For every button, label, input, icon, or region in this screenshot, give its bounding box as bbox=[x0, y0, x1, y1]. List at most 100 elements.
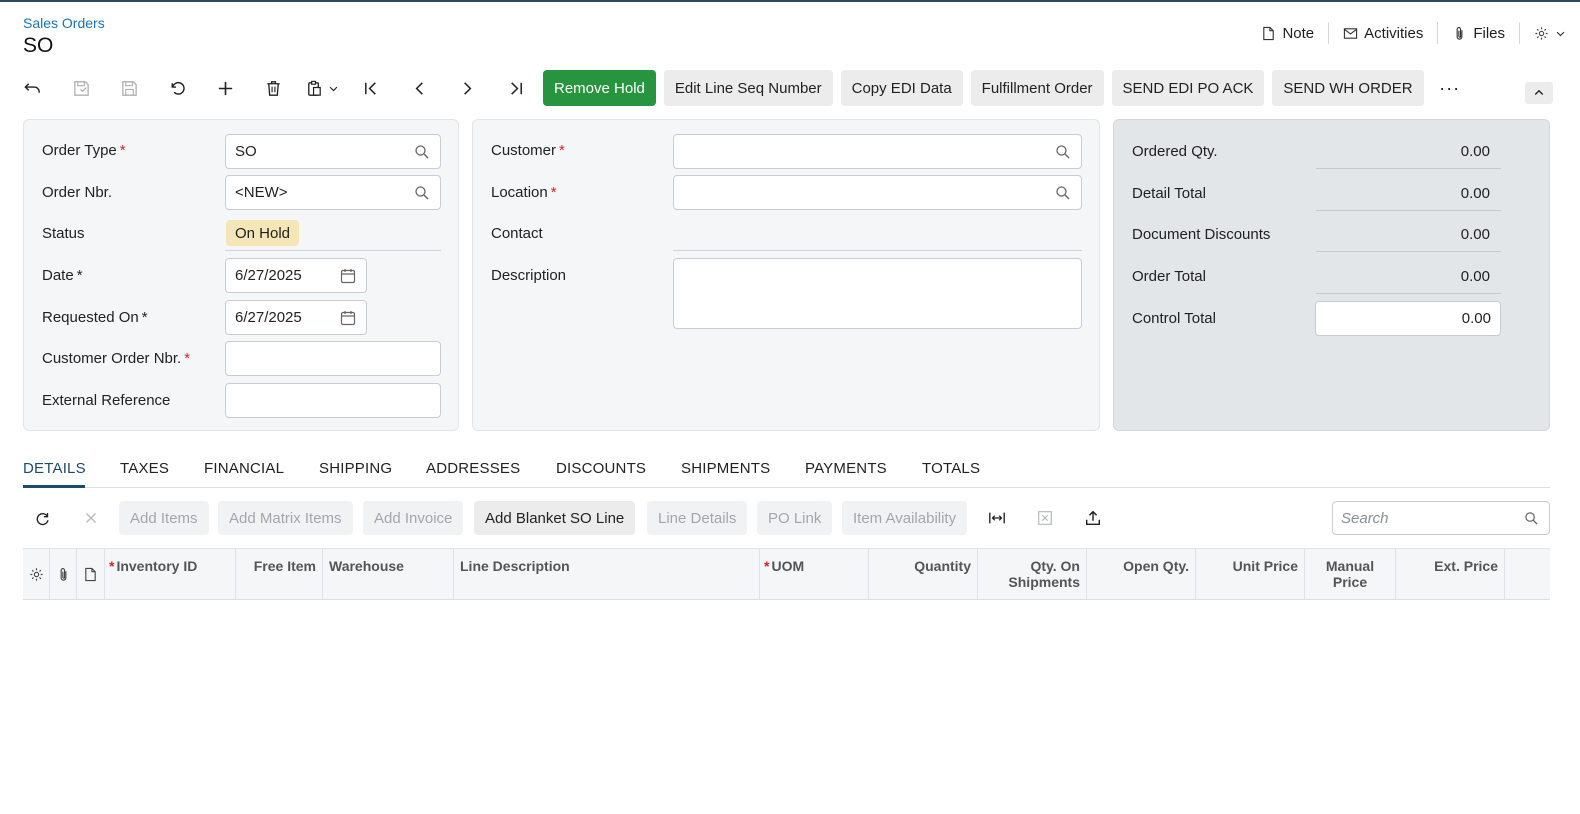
search-icon[interactable] bbox=[414, 144, 430, 160]
previous-record-button[interactable] bbox=[395, 70, 443, 106]
order-type-value: SO bbox=[235, 143, 257, 160]
column-next-truncated[interactable] bbox=[1505, 549, 1550, 599]
order-nbr-label: Order Nbr. bbox=[42, 184, 113, 201]
column-open-qty[interactable]: Open Qty. bbox=[1087, 549, 1196, 599]
grid-refresh-button[interactable] bbox=[25, 500, 61, 536]
column-inventory-id[interactable]: * Inventory ID bbox=[105, 549, 236, 599]
order-nbr-field[interactable]: <NEW> bbox=[225, 175, 441, 210]
tab-payments[interactable]: PAYMENTS bbox=[805, 460, 887, 477]
order-type-field[interactable]: SO bbox=[225, 134, 441, 169]
tab-taxes[interactable]: TAXES bbox=[120, 460, 169, 477]
breadcrumb[interactable]: Sales Orders bbox=[23, 15, 105, 31]
send-edi-po-ack-button[interactable]: SEND EDI PO ACK bbox=[1111, 70, 1265, 106]
control-total-label: Control Total bbox=[1132, 310, 1216, 327]
add-button[interactable] bbox=[201, 70, 249, 106]
external-reference-label: External Reference bbox=[42, 392, 171, 409]
save-button[interactable] bbox=[105, 70, 153, 106]
column-ext-price[interactable]: Ext. Price bbox=[1396, 549, 1505, 599]
previous-icon bbox=[415, 81, 423, 95]
date-field[interactable]: 6/27/2025 bbox=[225, 258, 367, 293]
paperclip-icon bbox=[1456, 26, 1463, 40]
undo-icon bbox=[24, 82, 40, 93]
last-record-button[interactable] bbox=[491, 70, 539, 106]
column-settings-button[interactable] bbox=[23, 549, 50, 599]
grid-search-input[interactable]: Search bbox=[1332, 501, 1550, 535]
add-items-button[interactable]: Add Items bbox=[119, 501, 209, 535]
copy-edi-data-button[interactable]: Copy EDI Data bbox=[840, 70, 963, 106]
remove-hold-button[interactable]: Remove Hold bbox=[543, 70, 656, 106]
gear-icon bbox=[29, 568, 43, 581]
column-qty-on-shipments[interactable]: Qty. On Shipments bbox=[978, 549, 1087, 599]
control-total-field[interactable]: 0.00 bbox=[1315, 301, 1501, 336]
document-discounts-label: Document Discounts bbox=[1132, 226, 1271, 243]
contact-underline bbox=[673, 250, 1082, 251]
next-record-button[interactable] bbox=[443, 70, 491, 106]
tab-discounts[interactable]: DISCOUNTS bbox=[556, 460, 646, 477]
tab-details[interactable]: DETAILS bbox=[23, 460, 86, 477]
customer-field[interactable] bbox=[673, 134, 1082, 169]
more-actions-button[interactable]: ··· bbox=[1428, 70, 1472, 106]
status-badge: On Hold bbox=[226, 220, 300, 246]
save-close-button[interactable] bbox=[57, 70, 105, 106]
column-uom[interactable]: * UOM bbox=[760, 549, 869, 599]
search-icon[interactable] bbox=[414, 185, 430, 201]
date-value: 6/27/2025 bbox=[235, 267, 302, 284]
edit-line-seq-button[interactable]: Edit Line Seq Number bbox=[663, 70, 833, 106]
add-blanket-so-line-button[interactable]: Add Blanket SO Line bbox=[474, 501, 636, 535]
note-icon bbox=[85, 567, 96, 582]
tab-bar: DETAILS TAXES FINANCIAL SHIPPING ADDRESS… bbox=[23, 455, 1550, 488]
add-invoice-button[interactable]: Add Invoice bbox=[363, 501, 464, 535]
column-manual-price[interactable]: Manual Price bbox=[1305, 549, 1396, 599]
column-free-item[interactable]: Free Item bbox=[236, 549, 323, 599]
grid-delete-row-button[interactable] bbox=[73, 500, 109, 536]
collapse-header-button[interactable] bbox=[1525, 82, 1553, 104]
requested-on-field[interactable]: 6/27/2025 bbox=[225, 300, 367, 335]
last-icon bbox=[510, 81, 522, 95]
note-link[interactable]: Note bbox=[1247, 22, 1330, 44]
copy-paste-button[interactable] bbox=[297, 70, 347, 106]
tab-financial[interactable]: FINANCIAL bbox=[204, 460, 284, 477]
calendar-icon[interactable] bbox=[340, 268, 356, 284]
search-icon[interactable] bbox=[1055, 185, 1071, 201]
send-wh-order-button[interactable]: SEND WH ORDER bbox=[1272, 70, 1424, 106]
tab-shipping[interactable]: SHIPPING bbox=[319, 460, 392, 477]
search-icon[interactable] bbox=[1524, 511, 1539, 526]
undo-button[interactable] bbox=[23, 70, 57, 106]
location-label: Location * bbox=[491, 184, 557, 201]
column-line-description[interactable]: Line Description bbox=[454, 549, 760, 599]
top-accent-line bbox=[0, 0, 1580, 2]
item-availability-button[interactable]: Item Availability bbox=[842, 501, 968, 535]
status-label: Status bbox=[42, 225, 85, 242]
fit-columns-button[interactable] bbox=[979, 500, 1015, 536]
calendar-icon[interactable] bbox=[340, 310, 356, 326]
search-icon[interactable] bbox=[1055, 144, 1071, 160]
upload-button[interactable] bbox=[1075, 500, 1111, 536]
tab-shipments[interactable]: SHIPMENTS bbox=[681, 460, 770, 477]
tab-addresses[interactable]: ADDRESSES bbox=[426, 460, 520, 477]
plus-icon bbox=[218, 81, 232, 95]
add-matrix-items-button[interactable]: Add Matrix Items bbox=[218, 501, 353, 535]
po-link-button[interactable]: PO Link bbox=[757, 501, 833, 535]
settings-menu[interactable] bbox=[1520, 22, 1566, 44]
active-tab-indicator bbox=[23, 485, 85, 488]
customer-order-nbr-field[interactable] bbox=[225, 341, 441, 376]
external-reference-field[interactable] bbox=[225, 383, 441, 418]
location-field[interactable] bbox=[673, 175, 1082, 210]
paperclip-icon bbox=[60, 568, 66, 581]
tab-totals[interactable]: TOTALS bbox=[922, 460, 980, 477]
export-excel-button[interactable] bbox=[1027, 500, 1063, 536]
line-details-button[interactable]: Line Details bbox=[647, 501, 748, 535]
column-warehouse[interactable]: Warehouse bbox=[323, 549, 454, 599]
column-quantity[interactable]: Quantity bbox=[869, 549, 978, 599]
delete-button[interactable] bbox=[249, 70, 297, 106]
order-total-value: 0.00 bbox=[1460, 268, 1490, 285]
activities-link[interactable]: Activities bbox=[1329, 22, 1439, 44]
first-record-button[interactable] bbox=[347, 70, 395, 106]
grid-header: * Inventory ID Free Item Warehouse Line D… bbox=[23, 548, 1550, 600]
cancel-button[interactable] bbox=[153, 70, 201, 106]
save-close-icon bbox=[73, 80, 89, 96]
column-unit-price[interactable]: Unit Price bbox=[1196, 549, 1305, 599]
fulfillment-order-button[interactable]: Fulfillment Order bbox=[970, 70, 1104, 106]
description-field[interactable] bbox=[673, 258, 1082, 329]
files-link[interactable]: Files bbox=[1438, 22, 1520, 44]
